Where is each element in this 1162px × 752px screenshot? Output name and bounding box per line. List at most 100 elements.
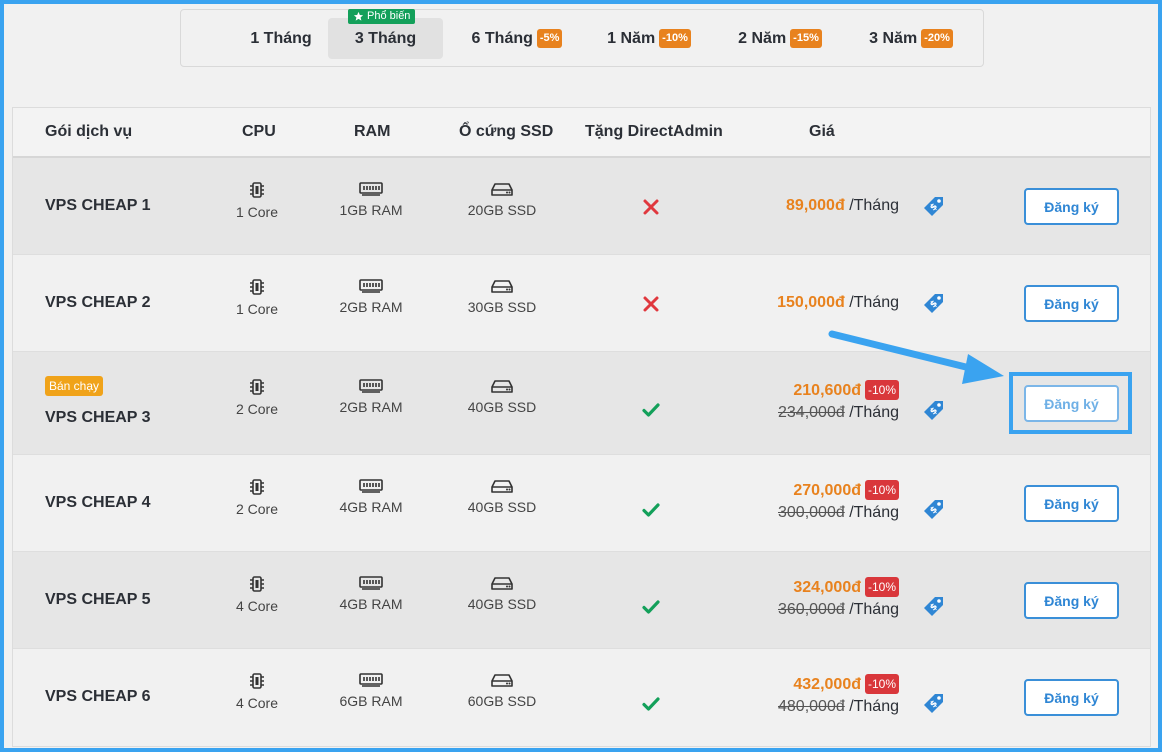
tab-label: 1 Năm <box>607 29 656 47</box>
discount-badge: -20% <box>921 29 953 48</box>
price-period: /Tháng <box>849 698 899 715</box>
ram-value: 2GB RAM <box>339 399 403 415</box>
best-seller-badge: Bán chạy <box>45 376 104 396</box>
ram-value: 4GB RAM <box>339 596 403 612</box>
cpu-spec: 1 Core <box>197 279 317 317</box>
ram-spec: 2GB RAM <box>311 279 431 315</box>
price-block: 210,600đ -10% 234,000đ /Tháng <box>778 380 899 422</box>
tab-1-month[interactable]: 1 Tháng <box>226 18 336 59</box>
table-row: VPS CHEAP 1 1 Core 1GB RAM 20GB SSD 89,0… <box>13 158 1150 255</box>
price-tag-icon[interactable]: $ <box>922 292 946 316</box>
cpu-spec: 4 Core <box>197 673 317 711</box>
price-value: 89,000đ <box>786 197 845 214</box>
cpu-icon <box>250 182 264 198</box>
tab-label: 1 Tháng <box>250 29 312 47</box>
ssd-spec: 60GB SSD <box>442 673 562 709</box>
price-tag-icon[interactable]: $ <box>922 595 946 619</box>
ram-icon <box>359 379 383 393</box>
price-block: 432,000đ -10% 480,000đ /Tháng <box>778 674 899 716</box>
register-button[interactable]: Đăng ký <box>1024 485 1119 522</box>
pricing-table: Gói dịch vụ CPU RAM Ổ cứng SSD Tặng Dire… <box>12 107 1151 747</box>
old-price: 480,000đ <box>778 698 845 715</box>
ram-spec: 4GB RAM <box>311 479 431 515</box>
tab-3-years[interactable]: 3 Năm -20% <box>861 18 961 59</box>
ram-value: 6GB RAM <box>339 693 403 709</box>
old-price: 234,000đ <box>778 404 845 421</box>
price-block: 150,000đ /Tháng <box>777 294 899 312</box>
ram-spec: 4GB RAM <box>311 576 431 612</box>
price-tag-icon[interactable]: $ <box>922 692 946 716</box>
ssd-spec: 40GB SSD <box>442 379 562 415</box>
ram-icon <box>359 479 383 493</box>
header-ssd: Ổ cứng SSD <box>459 123 554 140</box>
ram-value: 4GB RAM <box>339 499 403 515</box>
price-value: 150,000đ <box>777 294 845 311</box>
register-button[interactable]: Đăng ký <box>1024 679 1119 716</box>
price-block: 270,000đ -10% 300,000đ /Tháng <box>778 480 899 522</box>
plan-name: VPS CHEAP 1 <box>45 197 151 214</box>
ssd-value: 20GB SSD <box>467 202 537 218</box>
hard-drive-icon <box>491 183 513 196</box>
old-price: 360,000đ <box>778 601 845 618</box>
price-tag-icon[interactable]: $ <box>922 195 946 219</box>
price-period: /Tháng <box>849 504 899 521</box>
discount-badge: -10% <box>864 480 899 500</box>
tab-1-year[interactable]: 1 Năm -10% <box>599 18 699 59</box>
cpu-value: 2 Core <box>235 501 279 517</box>
hard-drive-icon <box>491 480 513 493</box>
discount-badge: -5% <box>536 29 563 48</box>
header-package: Gói dịch vụ <box>45 123 133 140</box>
old-price: 300,000đ <box>778 504 845 521</box>
billing-period-tabs: 1 Tháng Phổ biến 3 Tháng 6 Tháng -5% 1 N… <box>180 9 984 67</box>
tab-2-years[interactable]: 2 Năm -15% <box>730 18 830 59</box>
hard-drive-icon <box>491 674 513 687</box>
price-period: /Tháng <box>849 197 899 214</box>
table-row: VPS CHEAP 4 2 Core 4GB RAM 40GB SSD 270,… <box>13 455 1150 552</box>
tab-6-months[interactable]: 6 Tháng -5% <box>467 18 567 59</box>
discount-badge: -10% <box>659 29 691 48</box>
price-value: 432,000đ <box>793 676 861 693</box>
tab-3-months[interactable]: Phổ biến 3 Tháng <box>328 9 443 59</box>
ram-value: 1GB RAM <box>339 202 403 218</box>
hard-drive-icon <box>491 280 513 293</box>
cpu-icon <box>250 673 264 689</box>
hard-drive-icon <box>491 380 513 393</box>
cpu-value: 2 Core <box>235 401 279 417</box>
price-value: 270,000đ <box>793 482 861 499</box>
highlight-box <box>1009 372 1132 434</box>
price-period: /Tháng <box>849 294 899 311</box>
price-tag-icon[interactable]: $ <box>922 498 946 522</box>
register-button[interactable]: Đăng ký <box>1024 285 1119 322</box>
ssd-value: 40GB SSD <box>467 499 537 515</box>
ram-icon <box>359 673 383 687</box>
cpu-spec: 2 Core <box>197 379 317 417</box>
check-icon <box>642 600 660 614</box>
discount-badge: -10% <box>864 674 899 694</box>
ram-icon <box>359 576 383 590</box>
plan-name: VPS CHEAP 5 <box>45 591 151 608</box>
cpu-icon <box>250 479 264 495</box>
popular-badge-label: Phổ biến <box>367 10 411 22</box>
ssd-value: 40GB SSD <box>467 596 537 612</box>
cpu-value: 1 Core <box>235 204 279 220</box>
table-header: Gói dịch vụ CPU RAM Ổ cứng SSD Tặng Dire… <box>13 108 1150 158</box>
ram-spec: 6GB RAM <box>311 673 431 709</box>
header-cpu: CPU <box>242 123 276 140</box>
plan-name: VPS CHEAP 4 <box>45 494 151 511</box>
plan-name: VPS CHEAP 3 <box>45 409 151 426</box>
tab-label: 3 Năm <box>869 29 918 47</box>
star-icon <box>353 11 364 21</box>
ram-value: 2GB RAM <box>339 299 403 315</box>
ram-spec: 2GB RAM <box>311 379 431 415</box>
check-icon <box>642 503 660 517</box>
register-button[interactable]: Đăng ký <box>1024 188 1119 225</box>
discount-badge: -15% <box>790 29 822 48</box>
ssd-value: 60GB SSD <box>467 693 537 709</box>
register-button[interactable]: Đăng ký <box>1024 582 1119 619</box>
cpu-value: 4 Core <box>235 598 279 614</box>
price-tag-icon[interactable]: $ <box>922 399 946 423</box>
ram-spec: 1GB RAM <box>311 182 431 218</box>
cross-icon <box>643 199 659 215</box>
tab-label: 6 Tháng <box>471 29 533 47</box>
cpu-spec: 2 Core <box>197 479 317 517</box>
